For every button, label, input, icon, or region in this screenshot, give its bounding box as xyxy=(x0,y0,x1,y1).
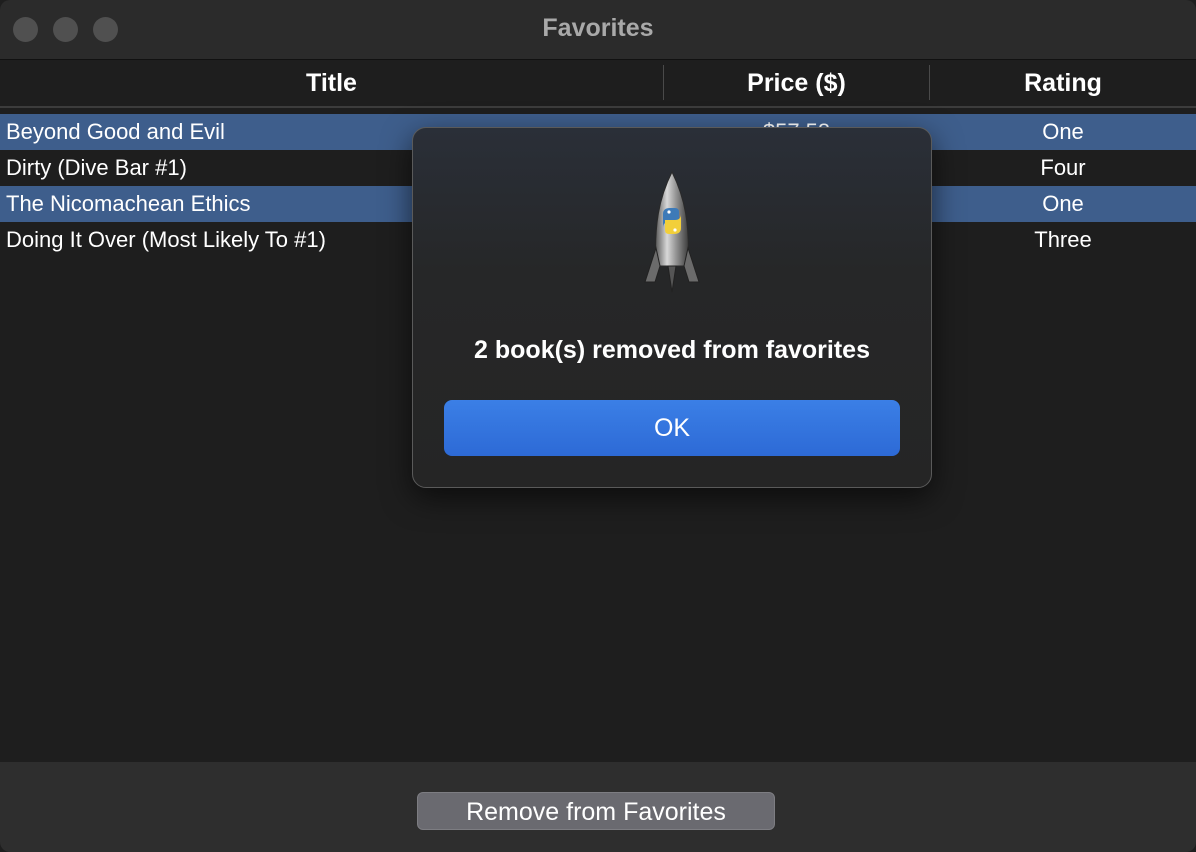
cell-rating: Four xyxy=(1040,155,1086,180)
remove-from-favorites-button[interactable]: Remove from Favorites xyxy=(417,792,775,830)
ok-button[interactable]: OK xyxy=(444,400,900,456)
alert-dialog: 2 book(s) removed from favorites OK xyxy=(412,127,932,488)
column-header-rating[interactable]: Rating xyxy=(930,60,1196,106)
title-bar[interactable]: Favorites xyxy=(0,0,1196,60)
cell-rating: Three xyxy=(1034,227,1092,252)
column-header-title[interactable]: Title xyxy=(0,60,663,106)
bottom-bar: Remove from Favorites xyxy=(0,762,1196,852)
favorites-window: Favorites Title Price ($) Rating Beyond … xyxy=(0,0,1196,852)
cell-rating: One xyxy=(1042,191,1084,216)
table-header: Title Price ($) Rating xyxy=(0,60,1196,108)
column-header-price[interactable]: Price ($) xyxy=(664,60,929,106)
alert-message: 2 book(s) removed from favorites xyxy=(474,336,870,364)
cell-rating: One xyxy=(1042,119,1084,144)
python-rocket-icon xyxy=(644,170,700,293)
window-title: Favorites xyxy=(542,14,654,42)
